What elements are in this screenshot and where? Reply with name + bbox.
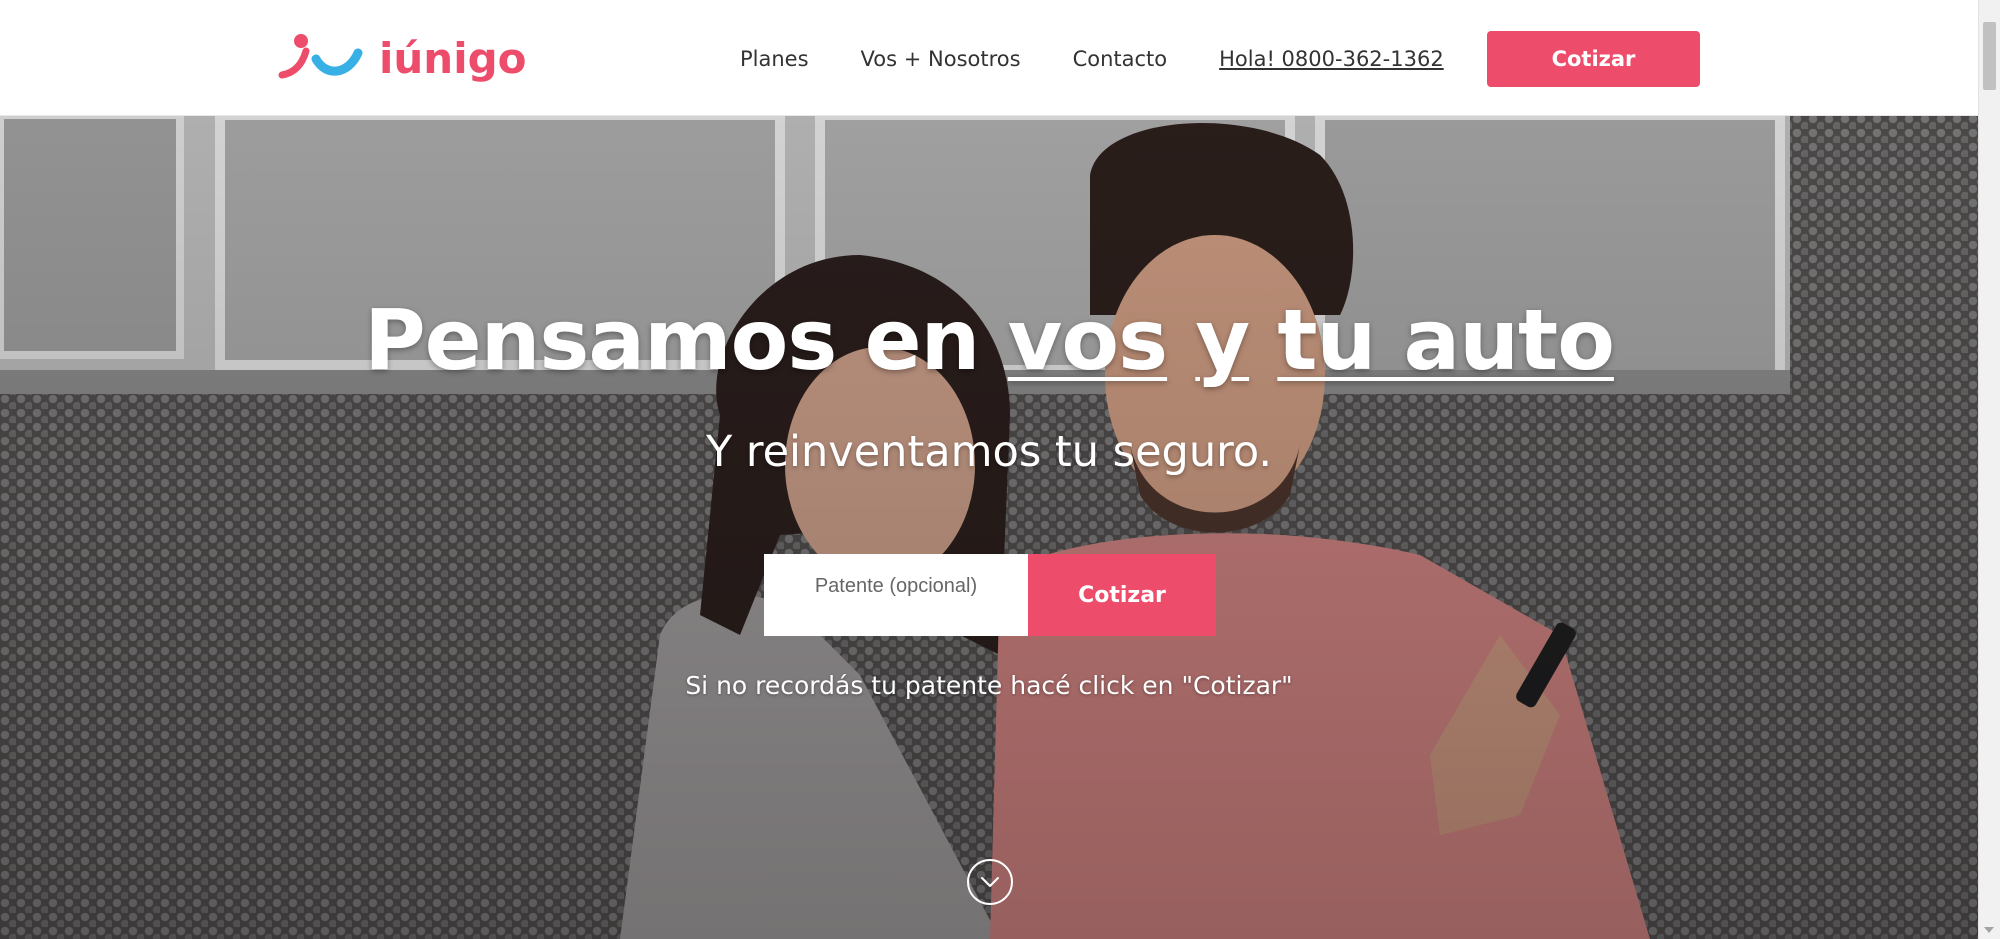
- hero-subtitle: Y reinventamos tu seguro.: [705, 427, 1273, 477]
- brand-logo[interactable]: iúnigo: [278, 28, 527, 88]
- brand-name: iúnigo: [379, 33, 527, 83]
- hero-title-part3: y: [1195, 291, 1250, 389]
- plate-hint: Si no recordás tu patente hacé click en …: [685, 671, 1293, 700]
- nav-item-vos-nosotros[interactable]: Vos + Nosotros: [861, 47, 1021, 71]
- page-scrollbar[interactable]: [1978, 0, 2000, 939]
- scroll-arrow-down-icon[interactable]: [1984, 927, 1994, 933]
- page: iúnigo Planes Vos + Nosotros Contacto Ho…: [0, 0, 2000, 939]
- quote-form: Cotizar: [764, 554, 1216, 636]
- header-cotizar-button[interactable]: Cotizar: [1487, 31, 1700, 87]
- hero-title-part1: Pensamos en: [364, 291, 980, 389]
- phone-link[interactable]: Hola! 0800-362-1362: [1219, 47, 1444, 71]
- hero-title: Pensamos en vos y tu auto: [0, 291, 1978, 389]
- hero-content: Pensamos en vos y tu auto Y reinventamos…: [0, 115, 1978, 939]
- hero-section: Pensamos en vos y tu auto Y reinventamos…: [0, 115, 1978, 939]
- site-header: iúnigo Planes Vos + Nosotros Contacto Ho…: [0, 0, 1978, 116]
- chevron-down-icon: [981, 877, 999, 887]
- hero-title-part4: tu auto: [1277, 291, 1615, 389]
- hero-cotizar-button[interactable]: Cotizar: [1028, 554, 1216, 636]
- plate-input[interactable]: [764, 554, 1028, 636]
- main-nav: Planes Vos + Nosotros Contacto Hola! 080…: [740, 0, 1444, 117]
- brand-logo-icon: [278, 34, 363, 79]
- scrollbar-thumb[interactable]: [1983, 22, 1996, 90]
- scroll-down-button[interactable]: [967, 859, 1013, 905]
- nav-item-planes[interactable]: Planes: [740, 47, 809, 71]
- hero-title-part2: vos: [1007, 291, 1168, 389]
- nav-item-contacto[interactable]: Contacto: [1073, 47, 1168, 71]
